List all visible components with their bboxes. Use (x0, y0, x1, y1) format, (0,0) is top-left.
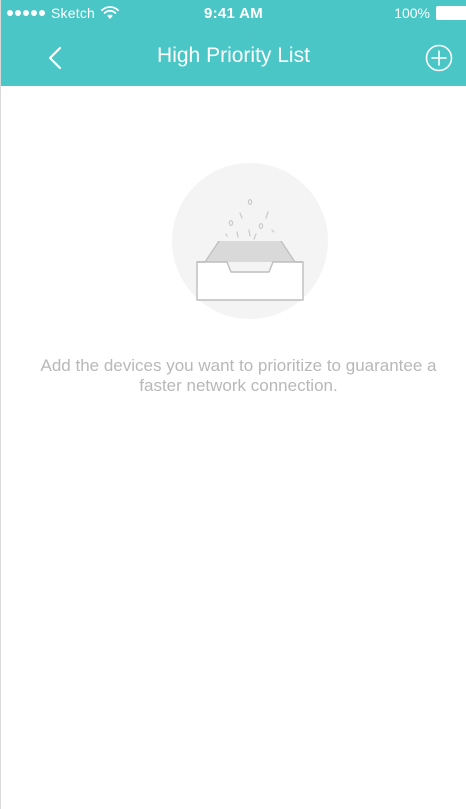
status-bar: Sketch 9:41 AM 100% (1, 0, 466, 28)
status-right: 100% (394, 5, 466, 21)
add-device-button[interactable] (424, 43, 454, 73)
battery-percent: 100% (394, 5, 430, 21)
empty-tray-icon (172, 163, 328, 319)
phone-screen: Sketch 9:41 AM 100% High Priority List A… (0, 0, 466, 809)
plus-circle-icon (425, 44, 453, 72)
navigation-bar: High Priority List (1, 28, 466, 86)
battery-icon (436, 6, 466, 20)
empty-state-message: Add the devices you want to prioritize t… (40, 356, 437, 395)
page-title: High Priority List (157, 44, 310, 67)
